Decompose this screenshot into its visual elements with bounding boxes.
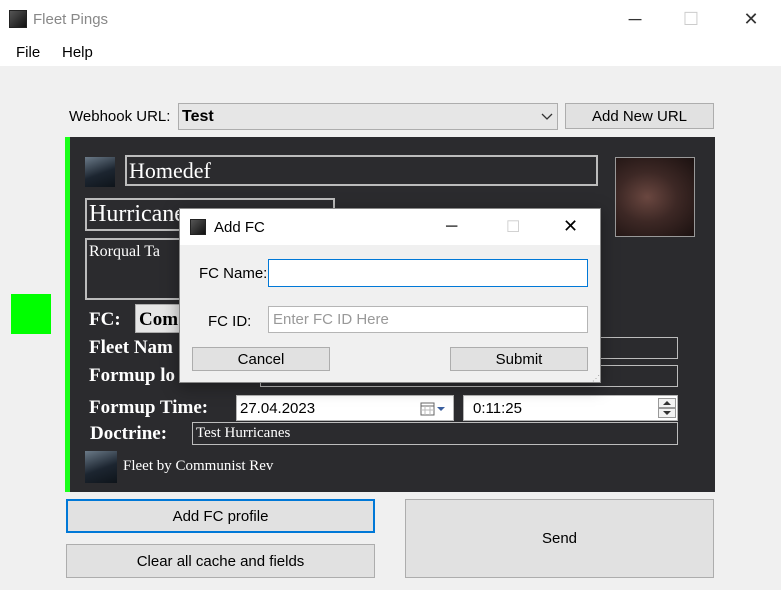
formup-time-value: 0:11:25 bbox=[473, 400, 522, 417]
dialog-app-icon bbox=[190, 219, 206, 235]
title-bar: Fleet Pings ─ ☐ ✕ bbox=[0, 0, 781, 38]
webhook-label: Webhook URL: bbox=[69, 108, 171, 125]
doctrine-input[interactable]: Test Hurricanes bbox=[192, 422, 678, 445]
footer-avatar bbox=[85, 451, 117, 483]
doctrine-label: Doctrine: bbox=[90, 423, 168, 444]
maximize-icon[interactable]: ☐ bbox=[668, 0, 714, 38]
calendar-icon[interactable] bbox=[420, 401, 448, 417]
formup-date-picker[interactable]: 27.04.2023 bbox=[236, 395, 454, 421]
formup-time-label: Formup Time: bbox=[89, 397, 209, 418]
fc-id-input[interactable]: Enter FC ID Here bbox=[268, 306, 588, 333]
ship-image bbox=[615, 157, 695, 237]
send-button[interactable]: Send bbox=[405, 499, 714, 578]
cancel-button[interactable]: Cancel bbox=[192, 347, 330, 371]
dialog-close-icon[interactable]: ✕ bbox=[563, 216, 578, 237]
spin-down-icon[interactable] bbox=[658, 408, 676, 418]
status-indicator bbox=[11, 294, 51, 334]
ping-title: Homedef bbox=[125, 155, 598, 186]
dialog-title-bar: Add FC ─ ☐ ✕ bbox=[180, 209, 600, 245]
minimize-icon[interactable]: ─ bbox=[612, 0, 658, 38]
chevron-down-icon bbox=[541, 113, 553, 120]
app-icon bbox=[9, 10, 27, 28]
add-url-button[interactable]: Add New URL bbox=[565, 103, 714, 129]
dialog-title: Add FC bbox=[214, 219, 265, 236]
spin-up-icon[interactable] bbox=[658, 398, 676, 408]
fc-id-label: FC ID: bbox=[208, 313, 252, 330]
fc-label: FC: bbox=[89, 309, 121, 330]
webhook-select-value: Test bbox=[182, 108, 214, 125]
close-icon[interactable]: ✕ bbox=[728, 0, 774, 38]
resize-grip-icon[interactable]: ⋰ bbox=[592, 374, 600, 383]
menu-file[interactable]: File bbox=[16, 44, 40, 61]
dialog-minimize-icon[interactable]: ─ bbox=[446, 218, 457, 236]
fleet-name-label: Fleet Nam bbox=[89, 337, 173, 358]
fc-name-input[interactable] bbox=[268, 259, 588, 287]
fleet-name-input[interactable] bbox=[600, 337, 678, 359]
menu-bar: File Help bbox=[0, 38, 781, 66]
formup-date-value: 27.04.2023 bbox=[240, 400, 316, 417]
dialog-maximize-icon[interactable]: ☐ bbox=[506, 217, 520, 237]
clear-cache-button[interactable]: Clear all cache and fields bbox=[66, 544, 375, 578]
add-fc-dialog: Add FC ─ ☐ ✕ FC Name: FC ID: Enter FC ID… bbox=[179, 208, 601, 383]
menu-help[interactable]: Help bbox=[62, 44, 93, 61]
ping-footer: Fleet by Communist Rev bbox=[123, 458, 274, 474]
status-accent-bar bbox=[65, 137, 70, 492]
add-fc-profile-button[interactable]: Add FC profile bbox=[66, 499, 375, 533]
fc-avatar bbox=[85, 157, 115, 187]
formup-time-spinner[interactable]: 0:11:25 bbox=[463, 395, 678, 421]
webhook-select[interactable]: Test bbox=[178, 103, 558, 130]
submit-button[interactable]: Submit bbox=[450, 347, 588, 371]
fc-name-label: FC Name: bbox=[199, 265, 268, 282]
formup-location-label: Formup lo bbox=[89, 365, 176, 386]
window-title: Fleet Pings bbox=[33, 11, 109, 28]
